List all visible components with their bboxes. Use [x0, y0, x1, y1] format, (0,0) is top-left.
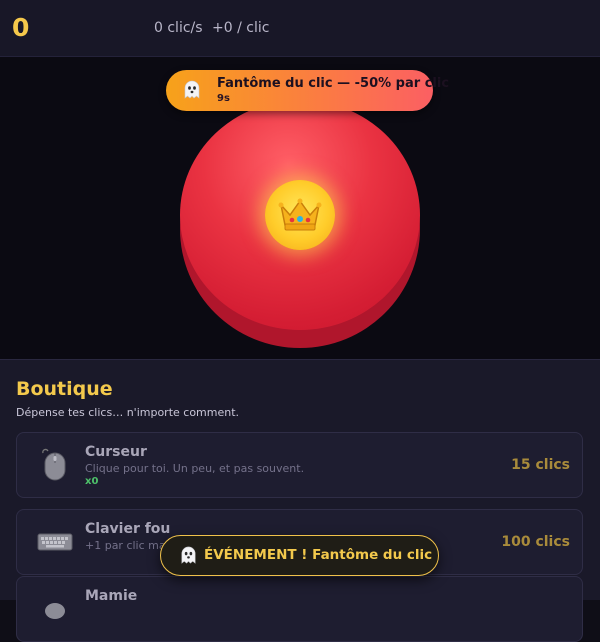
shop-item-price: 15 clics — [511, 457, 570, 473]
crown-icon — [265, 180, 335, 250]
keyboard-icon — [37, 533, 73, 551]
event-banner: Fantôme du clic — -50% par clic 9s — [166, 70, 449, 111]
score-counter: 0 — [12, 13, 30, 42]
shop-item-mamie[interactable]: Mamie — [16, 576, 583, 642]
ghost-icon — [181, 546, 196, 564]
event-banner-timer: 9s — [217, 93, 230, 104]
shop-item-name: Curseur — [85, 444, 147, 460]
shop-item-curseur[interactable]: Curseur Clique pour toi. Un peu, et pas … — [16, 432, 583, 498]
big-click-button[interactable] — [180, 100, 420, 330]
event-banner-title: Fantôme du clic — -50% par clic — [217, 76, 450, 91]
big-click-button-wrap — [180, 100, 420, 350]
shop-item-name: Clavier fou — [85, 521, 171, 537]
event-toast-text: ÉVÉNEMENT ! Fantôme du clic — [204, 547, 433, 563]
mouse-icon — [42, 448, 66, 481]
shop-subtitle: Dépense tes clics… n'importe comment. — [16, 406, 240, 419]
shop-title: Boutique — [16, 378, 113, 400]
shop-item-owned: x0 — [85, 476, 99, 487]
per-click-value: +0 / clic — [212, 20, 270, 36]
top-bar: 0 0 clic/s +0 / clic — [0, 0, 600, 57]
clicks-per-second: 0 clic/s — [154, 20, 203, 36]
shop-item-desc: +1 par clic ma — [85, 539, 166, 552]
ghost-icon — [184, 80, 200, 99]
shop-item-price: 100 clics — [501, 534, 570, 550]
event-toast[interactable]: ÉVÉNEMENT ! Fantôme du clic — [160, 535, 439, 576]
grandma-icon — [45, 603, 65, 619]
shop-item-name: Mamie — [85, 588, 138, 604]
shop-item-desc: Clique pour toi. Un peu, et pas souvent. — [85, 462, 305, 475]
